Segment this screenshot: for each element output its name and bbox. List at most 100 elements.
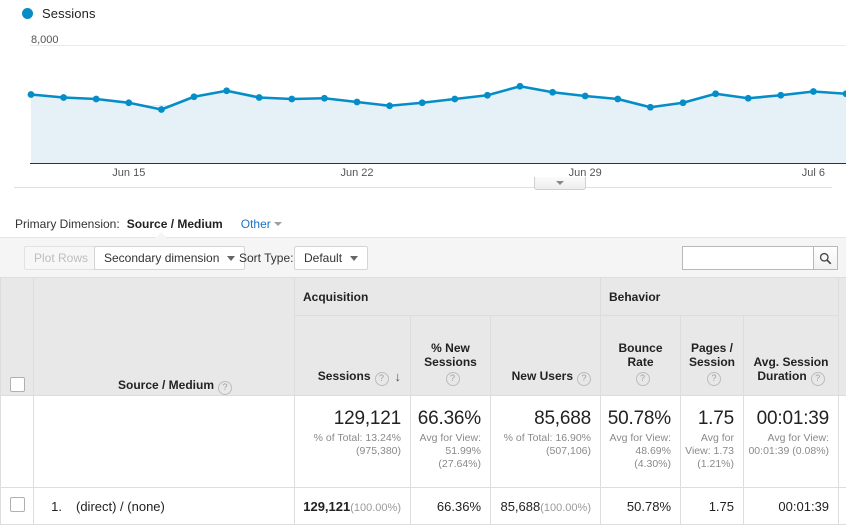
chevron-down-icon — [227, 255, 236, 261]
row-avg-session-duration-value: 00:01:39 — [778, 498, 830, 514]
group-header-behavior-label: Behavior — [609, 289, 661, 304]
table-overflow-column — [838, 277, 846, 396]
sessions-data-point[interactable] — [777, 91, 785, 99]
sessions-data-point[interactable] — [60, 94, 67, 101]
row-source-medium-cell: 1. (direct) / (none) — [33, 487, 295, 525]
table-search — [682, 246, 838, 270]
caret-down-icon — [556, 181, 564, 185]
sessions-data-point[interactable] — [451, 95, 459, 103]
summary-new-users-sub: % of Total: 16.90% (507,106) — [503, 432, 591, 457]
question-mark-icon[interactable]: ? — [707, 372, 721, 386]
question-mark-icon[interactable]: ? — [810, 372, 825, 386]
sessions-data-point[interactable] — [353, 98, 361, 106]
search-input[interactable] — [682, 246, 813, 270]
controls-pointer-notch — [155, 232, 167, 238]
table-controls-bar: Plot Rows Secondary dimension Sort Type:… — [0, 232, 846, 277]
sessions-data-point[interactable] — [712, 90, 719, 98]
summary-sessions-sub: % of Total: 13.24% (975,380) — [313, 432, 401, 457]
secondary-dimension-button[interactable]: Secondary dimension — [94, 246, 246, 270]
group-header-behavior: Behavior — [599, 277, 840, 316]
primary-dimension-bar: Primary Dimension: Source / Medium Other — [0, 212, 846, 236]
row-new-sessions-pct-value: 66.36% — [436, 498, 481, 514]
sessions-data-point[interactable] — [744, 94, 752, 102]
question-mark-icon[interactable]: ? — [445, 372, 460, 386]
report-table: Source / Medium? Acquisition Behavior Se… — [0, 277, 846, 525]
row-sessions-pct: (100.00%) — [350, 501, 401, 514]
summary-new-sessions-pct-value: 66.36% — [417, 408, 481, 429]
sessions-data-point[interactable] — [614, 95, 622, 103]
sessions-legend-dot — [22, 7, 33, 19]
table-group-header-row: Source / Medium? Acquisition Behavior — [0, 277, 846, 396]
sessions-data-point[interactable] — [190, 93, 198, 101]
primary-dimension-label: Primary Dimension: — [15, 217, 120, 231]
summary-cell-bounce-rate: 50.78% Avg for View: 48.69% (4.30%) — [600, 395, 681, 488]
sort-type-button[interactable]: Default — [294, 246, 369, 270]
column-header-avg-session-duration[interactable]: Avg. Session Duration? — [742, 315, 840, 396]
sessions-data-point[interactable] — [288, 95, 296, 103]
sessions-data-point[interactable] — [92, 95, 100, 103]
row-source-medium-link[interactable]: (direct) / (none) — [76, 499, 165, 514]
question-mark-icon[interactable]: ? — [635, 372, 650, 386]
sessions-data-point[interactable] — [125, 99, 133, 107]
x-axis-tick-jul-6: Jul 6 — [801, 167, 826, 179]
dimension-header[interactable]: Source / Medium? — [33, 277, 295, 396]
sessions-data-point[interactable] — [386, 102, 393, 110]
summary-bounce-rate-sub: Avg for View: 48.69% (4.30%) — [609, 432, 671, 470]
sessions-data-point[interactable] — [418, 99, 426, 107]
sessions-data-point[interactable] — [810, 88, 817, 95]
chart-collapse-handle[interactable] — [534, 177, 586, 190]
sessions-line-svg — [27, 82, 846, 163]
sessions-data-point[interactable] — [321, 94, 328, 102]
search-button[interactable] — [813, 246, 838, 270]
column-header-new-sessions-pct-label: % New Sessions — [424, 341, 477, 369]
sessions-data-point[interactable] — [549, 88, 556, 96]
chevron-down-icon — [350, 255, 359, 261]
row-avg-session-duration-cell: 00:01:39 — [742, 487, 840, 525]
column-header-new-users[interactable]: New Users? — [490, 315, 601, 396]
sessions-data-point[interactable] — [484, 91, 491, 99]
question-mark-icon[interactable]: ? — [374, 372, 389, 386]
plot-rows-button[interactable]: Plot Rows — [24, 246, 99, 270]
summary-bounce-rate-value: 50.78% — [607, 408, 671, 429]
select-all-checkbox[interactable] — [9, 377, 25, 392]
sessions-legend-label: Sessions — [42, 5, 96, 21]
sessions-chart-panel: Sessions 8,000 4,000 Jun 15 Jun 22 Jun 2… — [0, 0, 846, 196]
summary-pages-per-session-value: 1.75 — [697, 408, 734, 429]
summary-pages-per-session-sub: Avg for View: 1.73 (1.21%) — [685, 432, 734, 470]
column-header-sessions[interactable]: Sessions? ↓ — [294, 315, 411, 396]
sessions-data-point[interactable] — [255, 94, 263, 101]
row-select-cell — [0, 487, 34, 525]
sessions-data-point[interactable] — [647, 103, 654, 111]
question-mark-icon[interactable]: ? — [577, 372, 591, 386]
summary-cell-sessions: 129,121 % of Total: 13.24% (975,380) — [294, 395, 411, 488]
column-header-pages-per-session[interactable]: Pages / Session ? — [680, 315, 744, 396]
column-header-bounce-rate[interactable]: Bounce Rate ? — [600, 315, 681, 396]
chart-plot-area: 8,000 4,000 Jun 15 Jun 22 Jun 29 Jul 6 — [0, 28, 846, 179]
sessions-data-point[interactable] — [679, 99, 687, 107]
summary-dimension-cell — [33, 395, 295, 488]
sessions-data-point[interactable] — [516, 82, 524, 90]
summary-overflow-cell — [838, 395, 846, 488]
summary-cell-avg-session-duration: 00:01:39 Avg for View: 00:01:39 (0.08%) — [742, 395, 840, 488]
row-pages-per-session-cell: 1.75 — [680, 487, 744, 525]
table-row: 1. (direct) / (none) 129,121(100.00%) 66.… — [0, 487, 846, 525]
column-header-pages-per-session-label: Pages / Session — [688, 341, 736, 369]
row-bounce-rate-value: 50.78% — [626, 498, 671, 514]
x-axis-line — [30, 163, 846, 164]
row-new-users-cell: 85,688(100.00%) — [490, 487, 601, 525]
primary-dimension-other[interactable]: Other — [241, 217, 282, 231]
select-all-header — [0, 277, 34, 396]
primary-dimension-other-label: Other — [240, 217, 271, 231]
primary-dimension-value[interactable]: Source / Medium — [127, 217, 223, 231]
row-sessions-value: 129,121 — [303, 498, 351, 514]
sessions-data-point[interactable] — [581, 92, 589, 100]
sort-type-value: Default — [304, 251, 343, 265]
question-mark-icon[interactable]: ? — [218, 381, 233, 395]
sessions-data-point[interactable] — [158, 106, 165, 113]
sessions-data-point[interactable] — [223, 87, 231, 95]
summary-new-users-value: 85,688 — [534, 408, 591, 429]
column-header-new-sessions-pct[interactable]: % New Sessions ? — [410, 315, 491, 396]
sessions-data-point[interactable] — [27, 91, 35, 98]
row-checkbox[interactable] — [9, 497, 25, 512]
column-header-new-users-label: New Users — [511, 369, 573, 383]
